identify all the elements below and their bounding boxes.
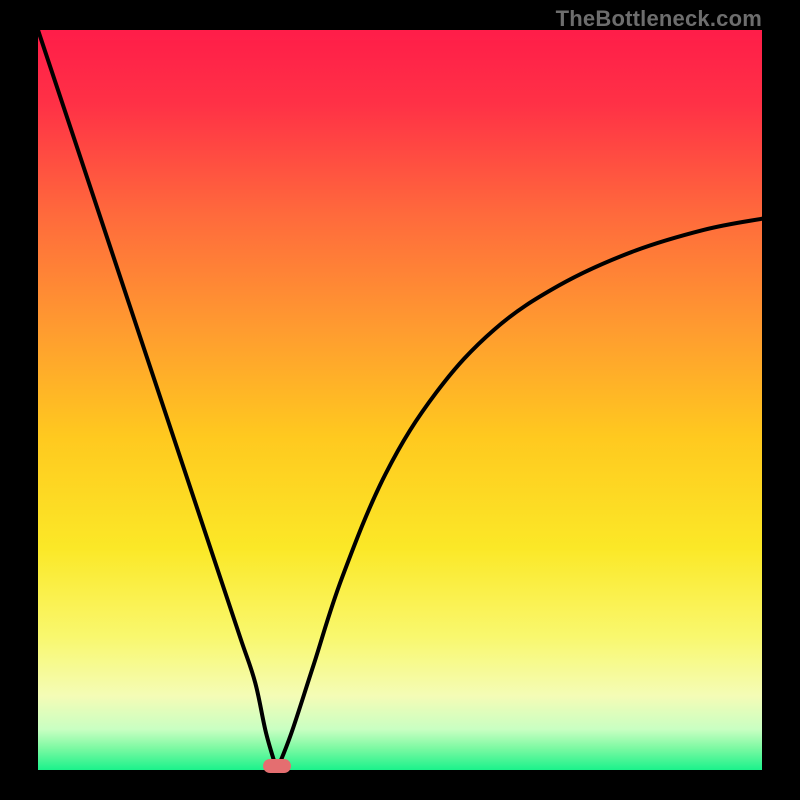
plot-area [38, 30, 762, 770]
watermark-text: TheBottleneck.com [556, 6, 762, 32]
chart-frame: TheBottleneck.com [0, 0, 800, 800]
optimal-match-marker [263, 759, 291, 773]
bottleneck-curve [38, 30, 762, 770]
